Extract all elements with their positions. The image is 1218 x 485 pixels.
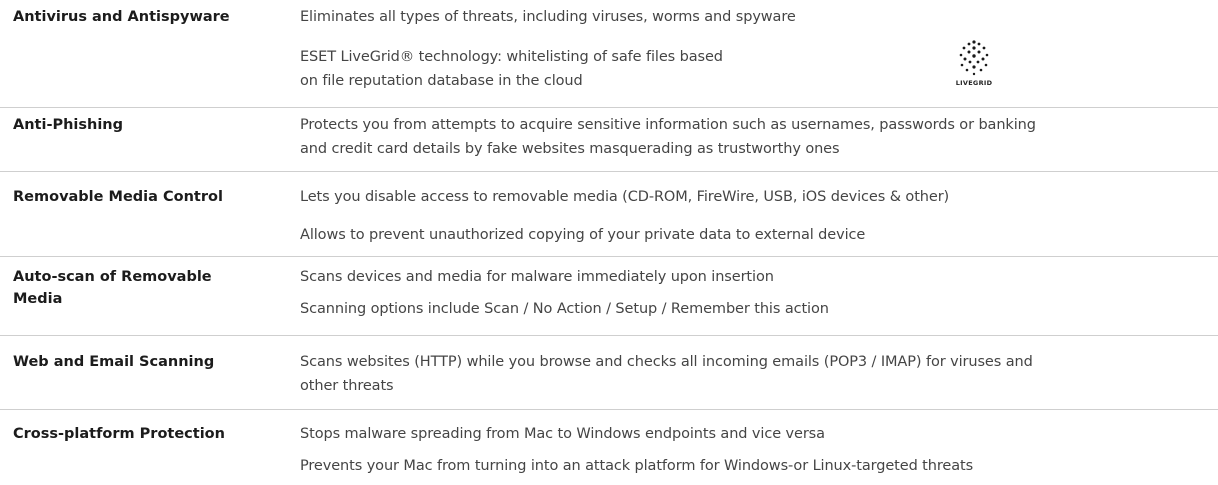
- feature-description: Scanning options include Scan / No Actio…: [300, 301, 829, 317]
- feature-name: Cross-platform Protection: [13, 426, 225, 442]
- feature-description: Stops malware spreading from Mac to Wind…: [300, 426, 825, 442]
- feature-description: and credit card details by fake websites…: [300, 141, 840, 157]
- feature-description: ESET LiveGrid® technology: whitelisting …: [300, 49, 723, 65]
- table-row: Auto-scan of Removable Media Scans devic…: [0, 256, 1218, 336]
- feature-name: Media: [13, 291, 63, 307]
- feature-description: other threats: [300, 378, 394, 394]
- feature-description: Prevents your Mac from turning into an a…: [300, 458, 974, 474]
- feature-description: Allows to prevent unauthorized copying o…: [300, 227, 866, 243]
- feature-name: Anti-Phishing: [13, 117, 124, 133]
- feature-description: Scans websites (HTTP) while you browse a…: [300, 354, 1033, 370]
- feature-description: Scans devices and media for malware imme…: [300, 269, 774, 285]
- table-row: Antivirus and Antispyware Eliminates all…: [0, 0, 1218, 108]
- livegrid-logo: LIVEGRID: [952, 38, 996, 92]
- feature-name: Auto-scan of Removable: [13, 269, 212, 285]
- livegrid-logo-text: LIVEGRID: [955, 79, 993, 87]
- feature-description: Eliminates all types of threats, includi…: [300, 9, 796, 25]
- feature-name: Antivirus and Antispyware: [13, 9, 230, 25]
- table-row: Anti-Phishing Protects you from attempts…: [0, 107, 1218, 172]
- table-row: Web and Email Scanning Scans websites (H…: [0, 335, 1218, 410]
- livegrid-dots-icon: [959, 40, 989, 76]
- table-row: Cross-platform Protection Stops malware …: [0, 409, 1218, 485]
- feature-description: Lets you disable access to removable med…: [300, 189, 950, 205]
- feature-description: on file reputation database in the cloud: [300, 73, 583, 89]
- table-row: Removable Media Control Lets you disable…: [0, 171, 1218, 257]
- feature-name: Web and Email Scanning: [13, 354, 215, 370]
- feature-description: Protects you from attempts to acquire se…: [300, 117, 1036, 133]
- feature-name: Removable Media Control: [13, 189, 223, 205]
